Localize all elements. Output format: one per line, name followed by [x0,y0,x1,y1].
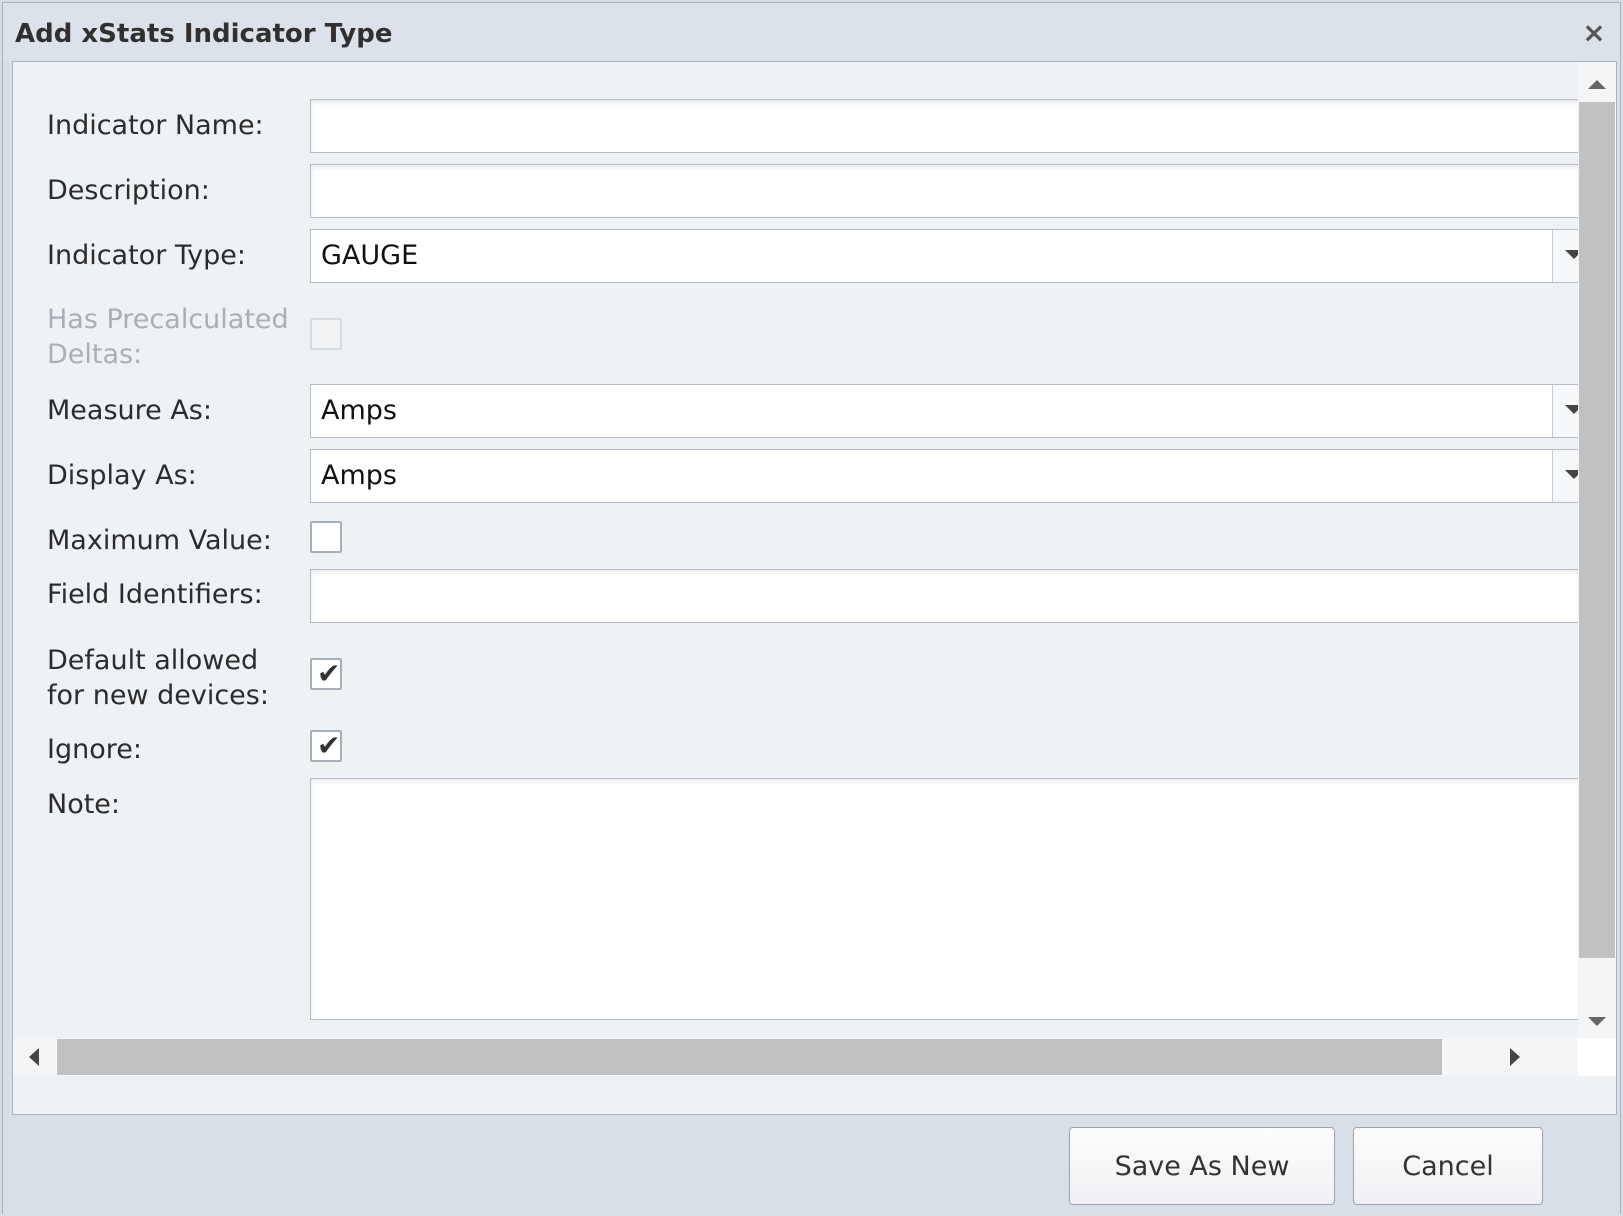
default-allowed-label-line2: for new devices: [47,680,269,711]
dialog-footer: Save As New Cancel [3,1115,1620,1215]
add-indicator-type-dialog: Add xStats Indicator Type × Indicator Na… [2,2,1621,1215]
indicator-type-select[interactable]: GAUGE [310,229,1593,283]
field-identifiers-label: Field Identifiers: [47,579,263,610]
scroll-right-arrow-icon[interactable] [1510,1048,1520,1066]
has-precalculated-deltas-checkbox[interactable] [310,318,342,350]
check-icon: ✔ [317,729,341,762]
measure-as-select[interactable]: Amps [310,384,1593,438]
display-as-label: Display As: [47,460,197,491]
note-textarea[interactable] [311,779,1592,1019]
dialog-titlebar: Add xStats Indicator Type × [3,3,1620,61]
dialog-title: Add xStats Indicator Type [15,19,393,49]
has-precalculated-deltas-label-line2: Deltas: [47,339,143,370]
scroll-left-arrow-icon[interactable] [29,1048,39,1066]
scrollbar-corner [1578,1038,1616,1076]
save-as-new-button[interactable]: Save As New [1069,1127,1335,1205]
measure-as-value: Amps [321,395,397,426]
scroll-up-arrow-icon[interactable] [1588,80,1606,89]
indicator-name-input[interactable] [311,100,1592,152]
vertical-scroll-thumb[interactable] [1579,102,1615,958]
maximum-value-label: Maximum Value: [47,525,272,556]
ignore-checkbox[interactable]: ✔ [310,730,342,762]
note-label: Note: [47,789,121,820]
ignore-label: Ignore: [47,734,142,765]
display-as-select[interactable]: Amps [310,449,1593,503]
horizontal-scrollbar[interactable] [13,1038,1580,1076]
description-label: Description: [47,175,210,206]
horizontal-scroll-thumb[interactable] [57,1039,1442,1075]
field-identifiers-field[interactable] [310,569,1593,623]
description-field[interactable] [310,164,1593,218]
has-precalculated-deltas-label-line1: Has Precalculated [47,304,289,335]
display-as-value: Amps [321,460,397,491]
check-icon: ✔ [317,657,341,690]
indicator-name-label: Indicator Name: [47,110,264,141]
form-panel: Indicator Name: Description: Indicator T… [12,61,1617,1115]
measure-as-label: Measure As: [47,395,212,426]
indicator-name-field[interactable] [310,99,1593,153]
close-icon[interactable]: × [1582,19,1606,47]
field-identifiers-input[interactable] [311,570,1592,622]
default-allowed-label-line1: Default allowed [47,645,259,676]
scroll-down-arrow-icon[interactable] [1588,1017,1606,1026]
vertical-scrollbar[interactable] [1578,62,1616,1038]
default-allowed-checkbox[interactable]: ✔ [310,658,342,690]
maximum-value-checkbox[interactable] [310,521,342,553]
indicator-type-label: Indicator Type: [47,240,247,271]
indicator-type-value: GAUGE [321,240,419,271]
description-input[interactable] [311,165,1592,217]
cancel-button[interactable]: Cancel [1353,1127,1543,1205]
note-field[interactable] [310,778,1593,1020]
